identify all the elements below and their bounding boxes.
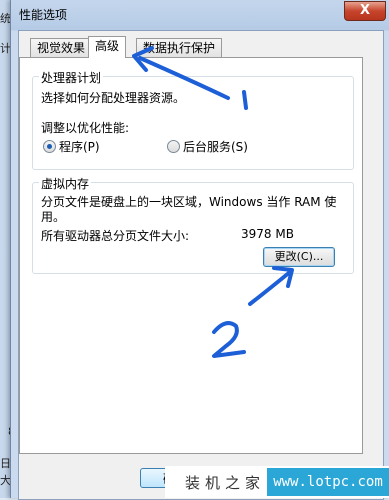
adjust-label: 调整以优化性能:: [41, 121, 130, 135]
radio-unselected-icon[interactable]: [167, 140, 180, 153]
watermark: 装机之家 www.lotpc.com: [165, 466, 389, 498]
tab-advanced[interactable]: 高级: [88, 36, 127, 58]
window-title: 性能选项: [19, 8, 68, 22]
scheduler-description: 选择如何分配处理器资源。: [41, 91, 186, 105]
advanced-tab-panel: 处理器计划 选择如何分配处理器资源。 调整以优化性能: 程序(P) 后台服务(S…: [19, 57, 363, 454]
close-icon: X: [359, 3, 371, 18]
change-button[interactable]: 更改(C)...: [263, 247, 335, 267]
virtual-memory-description: 分页文件是硬盘上的一块区域，Windows 当作 RAM 使用。: [41, 195, 337, 224]
tab-visual-effects[interactable]: 视觉效果: [30, 38, 93, 57]
close-button[interactable]: X: [344, 1, 386, 21]
title-bar[interactable]: 性能选项 X: [11, 0, 389, 28]
radio-label[interactable]: 后台服务(S): [183, 138, 248, 155]
tab-label: 视觉效果: [37, 41, 86, 55]
watermark-text: 装机之家: [185, 474, 266, 492]
tab-label: 数据执行保护: [143, 41, 216, 55]
virtual-memory-group: 虚拟内存 分页文件是硬盘上的一块区域，Windows 当作 RAM 使用。 所有…: [32, 175, 354, 274]
tab-data-execution-prevention[interactable]: 数据执行保护: [136, 38, 223, 57]
tab-label: 高级: [95, 39, 120, 53]
processor-scheduling-group: 处理器计划 选择如何分配处理器资源。 调整以优化性能: 程序(P) 后台服务(S…: [32, 69, 354, 170]
button-label: 更改(C)...: [274, 250, 324, 263]
group-title: 处理器计划: [39, 69, 104, 86]
group-title: 虚拟内存: [39, 175, 92, 192]
radio-label[interactable]: 程序(P): [59, 138, 100, 155]
watermark-url: www.lotpc.com: [267, 468, 389, 496]
total-paging-label: 所有驱动器总分页文件大小:: [41, 229, 190, 243]
total-paging-value: 3978 MB: [241, 227, 294, 241]
radio-selected-icon[interactable]: [43, 140, 56, 153]
